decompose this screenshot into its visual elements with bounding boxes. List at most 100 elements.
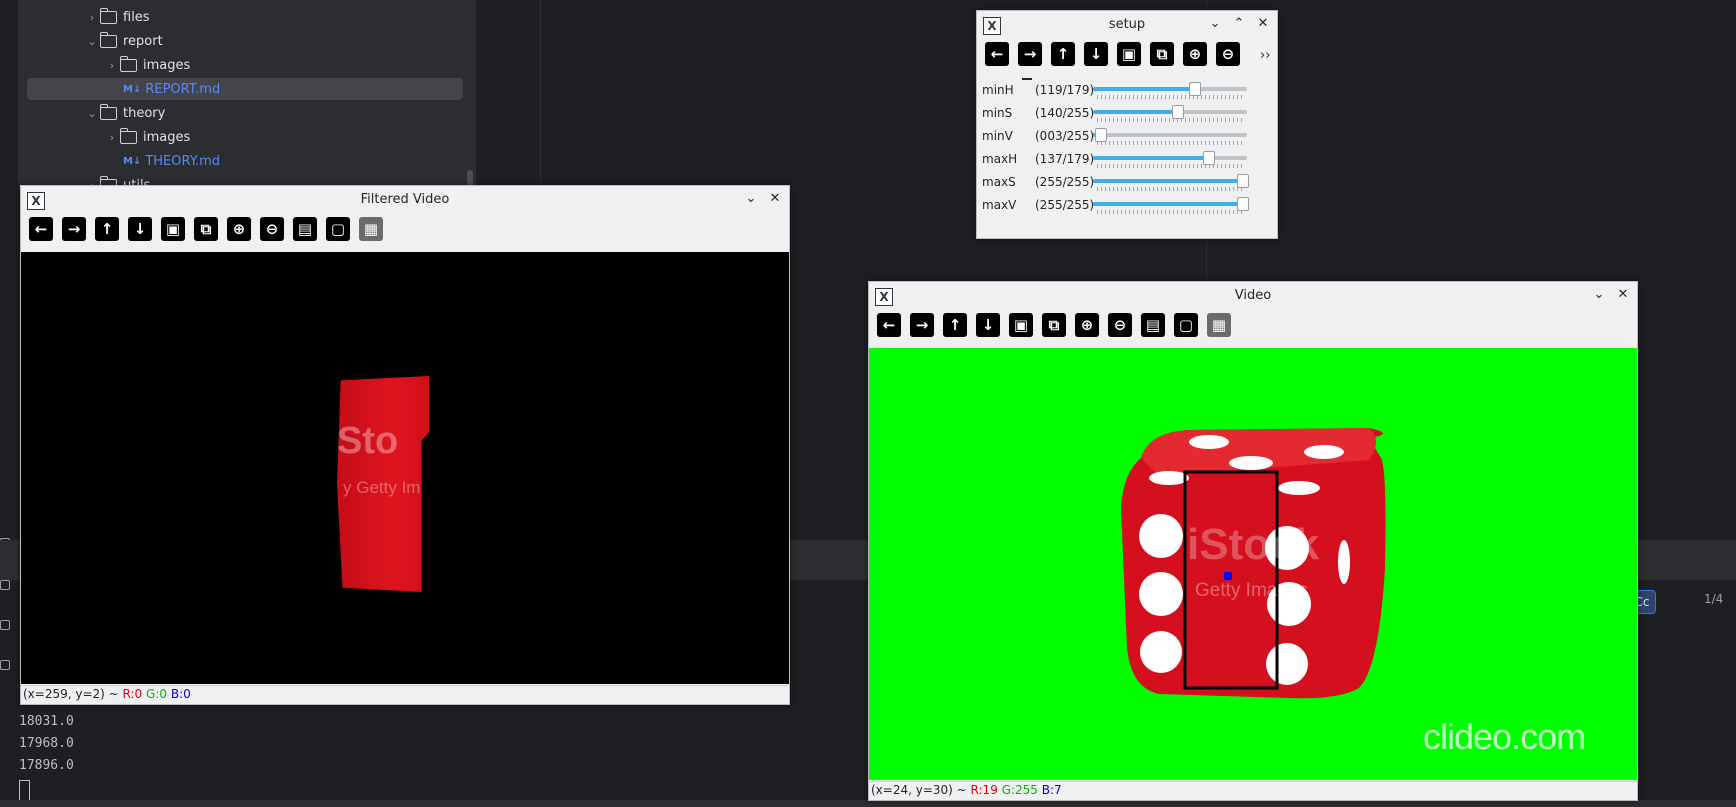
slider-label: minH: [982, 83, 1014, 97]
window-titlebar[interactable]: X setup ⌄ ⌃ ✕: [977, 11, 1277, 39]
image-icon[interactable]: ▣: [161, 217, 185, 241]
pixel-red-value: R:0: [122, 687, 143, 701]
slider-track[interactable]: [1093, 202, 1247, 206]
tree-item-theory-md[interactable]: M↓ THEORY.md: [123, 150, 220, 172]
tool-icon[interactable]: [0, 580, 10, 590]
arrow-left-icon[interactable]: ←: [29, 217, 53, 241]
arrow-down-icon[interactable]: ↓: [128, 217, 152, 241]
slider-fill: [1093, 202, 1247, 206]
minimize-button[interactable]: ⌄: [1591, 287, 1607, 303]
tree-item-images[interactable]: › images: [104, 126, 190, 148]
arrow-up-icon[interactable]: ↑: [943, 313, 967, 337]
toolbar-overflow-button[interactable]: ››: [1260, 48, 1270, 63]
folder-icon: [120, 127, 137, 144]
tree-item-images[interactable]: › images: [104, 54, 190, 76]
slider-track[interactable]: [1093, 87, 1247, 91]
properties-icon[interactable]: ▦: [1207, 313, 1231, 337]
slider-track[interactable]: [1093, 179, 1247, 183]
zoom-out-icon[interactable]: ⊖: [260, 217, 284, 241]
arrow-up-icon[interactable]: ↑: [1051, 42, 1075, 66]
slider-value: (003/255): [1035, 129, 1095, 143]
cursor-coords: (x=259, y=2) ~: [23, 687, 119, 701]
slider-track[interactable]: [1093, 156, 1247, 160]
slider-track[interactable]: [1093, 133, 1247, 137]
zoom-out-icon[interactable]: ⊖: [1108, 313, 1132, 337]
slider-fill: [1093, 110, 1178, 114]
save-icon[interactable]: ▤: [1141, 313, 1165, 337]
tool-icon[interactable]: [0, 620, 10, 630]
pixel-blue-value: B:0: [170, 687, 191, 701]
tree-item-report[interactable]: ⌄ report: [84, 30, 163, 52]
close-button[interactable]: ✕: [1615, 287, 1631, 303]
toolbar: ← → ↑ ↓ ▣ ⧉ ⊕ ⊖ ››: [977, 42, 1277, 80]
watermark-text: Sto: [337, 420, 399, 462]
arrow-left-icon[interactable]: ←: [985, 42, 1009, 66]
chevron-right-icon[interactable]: ›: [104, 131, 120, 144]
window-titlebar[interactable]: X Video ⌄ ✕: [869, 282, 1637, 310]
folder-icon: [100, 7, 117, 24]
find-match-count: 1/4: [1704, 592, 1724, 606]
arrow-down-icon[interactable]: ↓: [1084, 42, 1108, 66]
minimize-button[interactable]: ⌄: [1207, 16, 1223, 32]
image-zoom-icon[interactable]: ⧉: [1042, 313, 1066, 337]
slider-label: minV: [982, 129, 1013, 143]
slider-thumb[interactable]: [1237, 197, 1249, 211]
video-canvas[interactable]: iStock Getty Images clideo.com: [869, 348, 1637, 780]
close-button[interactable]: ✕: [1255, 16, 1271, 32]
zoom-out-icon[interactable]: ⊖: [1216, 42, 1240, 66]
slider-label: maxS: [982, 175, 1016, 189]
console-cursor[interactable]: [19, 780, 30, 801]
arrow-right-icon[interactable]: →: [1018, 42, 1042, 66]
arrow-down-icon[interactable]: ↓: [976, 313, 1000, 337]
chevron-right-icon[interactable]: ›: [84, 11, 100, 24]
minimize-button[interactable]: ⌄: [743, 191, 759, 207]
arrow-right-icon[interactable]: →: [62, 217, 86, 241]
slider-thumb[interactable]: [1203, 151, 1216, 165]
tree-item-report-md[interactable]: M↓ REPORT.md: [27, 78, 463, 100]
chevron-down-icon[interactable]: ⌄: [84, 35, 100, 48]
tree-item-label: THEORY.md: [145, 153, 221, 169]
tool-icon[interactable]: [0, 660, 10, 670]
maximize-button[interactable]: ⌃: [1231, 16, 1247, 32]
arrow-right-icon[interactable]: →: [910, 313, 934, 337]
pixel-blue-value: B:7: [1041, 783, 1062, 797]
istock-watermark: iStock: [1187, 520, 1320, 569]
chevron-right-icon[interactable]: ›: [104, 59, 120, 72]
clipboard-icon[interactable]: ▢: [326, 217, 350, 241]
properties-icon[interactable]: ▦: [359, 217, 383, 241]
pixel-green-value: G:0: [146, 687, 168, 701]
tree-item-theory[interactable]: ⌄ theory: [84, 102, 165, 124]
slider-label: maxH: [982, 152, 1018, 166]
tree-item-files[interactable]: › files: [84, 6, 150, 28]
zoom-in-icon[interactable]: ⊕: [1183, 42, 1207, 66]
status-bar: (x=259, y=2) ~ R:0 G:0 B:0: [21, 685, 789, 703]
slider-track[interactable]: [1093, 110, 1247, 114]
chevron-down-icon[interactable]: ⌄: [84, 107, 100, 120]
centroid-marker: [1224, 572, 1232, 580]
console-line: 18031.0: [19, 714, 74, 729]
filtered-video-window: X Filtered Video ⌄ ✕ ← → ↑ ↓ ▣ ⧉ ⊕ ⊖ ▤ ▢…: [20, 185, 790, 705]
tree-item-label: files: [123, 9, 150, 25]
arrow-left-icon[interactable]: ←: [877, 313, 901, 337]
slider-thumb[interactable]: [1188, 82, 1201, 96]
slider-thumb[interactable]: [1172, 105, 1185, 119]
save-icon[interactable]: ▤: [293, 217, 317, 241]
folder-icon: [100, 103, 117, 120]
getty-watermark: Getty Images: [1195, 580, 1308, 601]
slider-label: minS: [982, 106, 1013, 120]
zoom-in-icon[interactable]: ⊕: [227, 217, 251, 241]
arrow-up-icon[interactable]: ↑: [95, 217, 119, 241]
filtered-video-canvas[interactable]: Sto y Getty Im: [21, 252, 789, 684]
image-zoom-icon[interactable]: ⧉: [194, 217, 218, 241]
image-icon[interactable]: ▣: [1009, 313, 1033, 337]
slider-label: maxV: [982, 198, 1017, 212]
clipboard-icon[interactable]: ▢: [1174, 313, 1198, 337]
image-icon[interactable]: ▣: [1117, 42, 1141, 66]
slider-thumb[interactable]: [1094, 128, 1107, 142]
window-titlebar[interactable]: X Filtered Video ⌄ ✕: [21, 186, 789, 214]
close-button[interactable]: ✕: [767, 191, 783, 207]
tree-item-label: REPORT.md: [145, 81, 221, 97]
zoom-in-icon[interactable]: ⊕: [1075, 313, 1099, 337]
image-zoom-icon[interactable]: ⧉: [1150, 42, 1174, 66]
slider-thumb[interactable]: [1237, 174, 1249, 188]
